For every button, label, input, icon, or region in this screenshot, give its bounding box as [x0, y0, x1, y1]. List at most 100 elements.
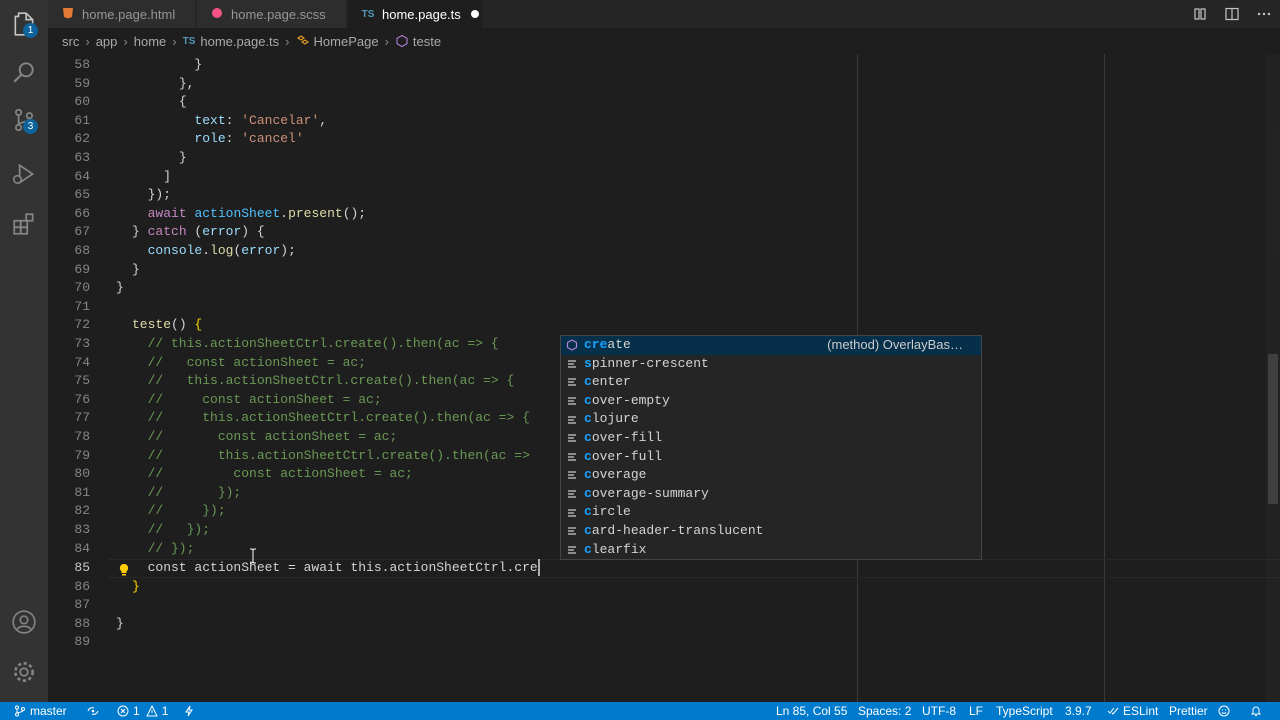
end-of-line[interactable]: LF — [969, 702, 983, 720]
typescript-file-icon: TS — [182, 35, 196, 47]
suggestion-item[interactable]: cover-fill — [561, 429, 981, 448]
breadcrumb-home[interactable]: home — [134, 34, 167, 49]
suggestion-item[interactable]: cover-empty — [561, 392, 981, 411]
suggestion-label: center — [584, 374, 631, 390]
encoding[interactable]: UTF-8 — [922, 702, 956, 720]
chevron-right-icon: › — [123, 33, 128, 49]
line-number: 74 — [74, 354, 90, 370]
extensions-button[interactable] — [0, 200, 48, 248]
line-number: 85 — [74, 560, 90, 575]
suggestion-item[interactable]: clojure — [561, 410, 981, 429]
split-editor-button[interactable] — [1216, 6, 1248, 22]
run-debug-button[interactable] — [0, 150, 48, 198]
suggestion-item[interactable]: clearfix — [561, 541, 981, 560]
line-number: 88 — [74, 615, 90, 631]
double-check-icon — [1107, 707, 1119, 715]
line-number: 73 — [74, 336, 90, 351]
typed-code: const actionSheet = await this.actionShe… — [147, 560, 538, 575]
branch-indicator[interactable]: master — [14, 702, 67, 720]
breadcrumb-app[interactable]: app — [96, 34, 118, 49]
suggestion-label: create — [584, 337, 631, 352]
notifications-button[interactable] — [1250, 702, 1266, 720]
autocomplete-suggest-widget[interactable]: create (method) OverlayBas… spinner-cres… — [560, 335, 982, 560]
bell-icon — [1250, 706, 1262, 716]
suggestion-item[interactable]: create (method) OverlayBas… — [561, 336, 981, 355]
indentation[interactable]: Spaces: 2 — [858, 702, 911, 720]
line-number: 79 — [74, 447, 90, 463]
suggestion-label: card-header-translucent — [584, 523, 764, 538]
suggestion-item[interactable]: coverage-summary — [561, 485, 981, 504]
search-icon — [13, 62, 34, 83]
code-line: console.log(error); — [147, 243, 296, 258]
compare-button[interactable] — [1184, 6, 1216, 22]
line-number: 84 — [74, 540, 90, 556]
tab-home-page-html[interactable]: home.page.html — [48, 0, 196, 28]
html-file-icon — [60, 7, 76, 22]
cursor-position[interactable]: Ln 85, Col 55 — [776, 702, 847, 720]
gear-icon — [14, 662, 34, 682]
manage-button[interactable] — [0, 648, 48, 696]
code-line: text: 'Cancelar', — [194, 112, 328, 128]
code-line: // const actionSheet = ac; — [132, 429, 398, 444]
language-mode[interactable]: TypeScript — [996, 702, 1053, 720]
code-line: { — [178, 94, 187, 110]
line-number: 65 — [74, 187, 90, 203]
git-branch-icon — [15, 705, 25, 717]
live-share-button[interactable] — [183, 702, 199, 720]
suggestion-label: clojure — [584, 411, 639, 427]
editor-tab-bar: home.page.html home.page.scss TS home.pa… — [48, 0, 1280, 28]
typescript-version[interactable]: 3.9.7 — [1065, 702, 1092, 720]
suggestion-label: circle — [584, 504, 631, 520]
editor-scrollbar[interactable] — [1266, 54, 1280, 702]
suggestion-item[interactable]: spinner-crescent — [561, 355, 981, 374]
breadcrumb-class[interactable]: HomePage — [314, 34, 379, 49]
code-line: } — [132, 261, 140, 277]
method-icon — [396, 34, 408, 48]
source-control-button[interactable]: 3 — [0, 96, 48, 144]
line-number: 66 — [74, 205, 90, 221]
tab-home-page-ts[interactable]: TS home.page.ts — [348, 0, 483, 28]
suggestion-item[interactable]: coverage — [561, 466, 981, 485]
editor-actions — [1184, 0, 1280, 28]
more-actions-button[interactable] — [1248, 6, 1280, 22]
code-line: } — [116, 280, 124, 296]
line-number: 69 — [74, 261, 90, 277]
accounts-button[interactable] — [0, 598, 48, 646]
word-icon — [566, 395, 580, 407]
word-icon — [566, 507, 580, 519]
breadcrumb-file[interactable]: home.page.ts — [200, 34, 279, 49]
line-number: 81 — [74, 484, 90, 500]
line-number: 70 — [74, 280, 90, 296]
line-number: 76 — [74, 391, 90, 407]
sync-button[interactable] — [87, 702, 103, 720]
compare-icon — [1194, 8, 1206, 20]
feedback-icon — [1218, 705, 1230, 717]
suggestion-item[interactable]: center — [561, 373, 981, 392]
eslint-status[interactable]: ESLint — [1107, 702, 1158, 720]
breadcrumb-src[interactable]: src — [62, 34, 79, 49]
lightbulb-icon[interactable] — [118, 563, 130, 577]
word-icon — [566, 376, 580, 388]
run-debug-icon — [12, 163, 35, 185]
problems-indicator[interactable]: 1 1 — [117, 702, 168, 720]
line-number: 75 — [74, 373, 90, 389]
account-icon — [12, 610, 36, 634]
feedback-button[interactable] — [1218, 702, 1234, 720]
suggestion-item[interactable]: circle — [561, 503, 981, 522]
prettier-status[interactable]: Prettier — [1169, 702, 1208, 720]
suggestion-item[interactable]: cover-full — [561, 448, 981, 467]
word-icon — [566, 544, 580, 556]
explorer-button[interactable]: 1 — [0, 0, 48, 48]
unsaved-dot-icon[interactable] — [470, 10, 479, 18]
explorer-badge: 1 — [23, 23, 38, 38]
suggestion-label: spinner-crescent — [584, 355, 709, 371]
word-icon — [566, 414, 580, 426]
search-button[interactable] — [0, 48, 48, 96]
suggestion-label: cover-empty — [584, 392, 670, 408]
breadcrumb-method[interactable]: teste — [413, 34, 441, 49]
suggestion-item[interactable]: card-header-translucent — [561, 522, 981, 541]
scss-file-icon — [209, 7, 225, 22]
scrollbar-thumb[interactable] — [1268, 354, 1278, 504]
word-icon — [566, 432, 580, 444]
tab-home-page-scss[interactable]: home.page.scss — [197, 0, 347, 28]
